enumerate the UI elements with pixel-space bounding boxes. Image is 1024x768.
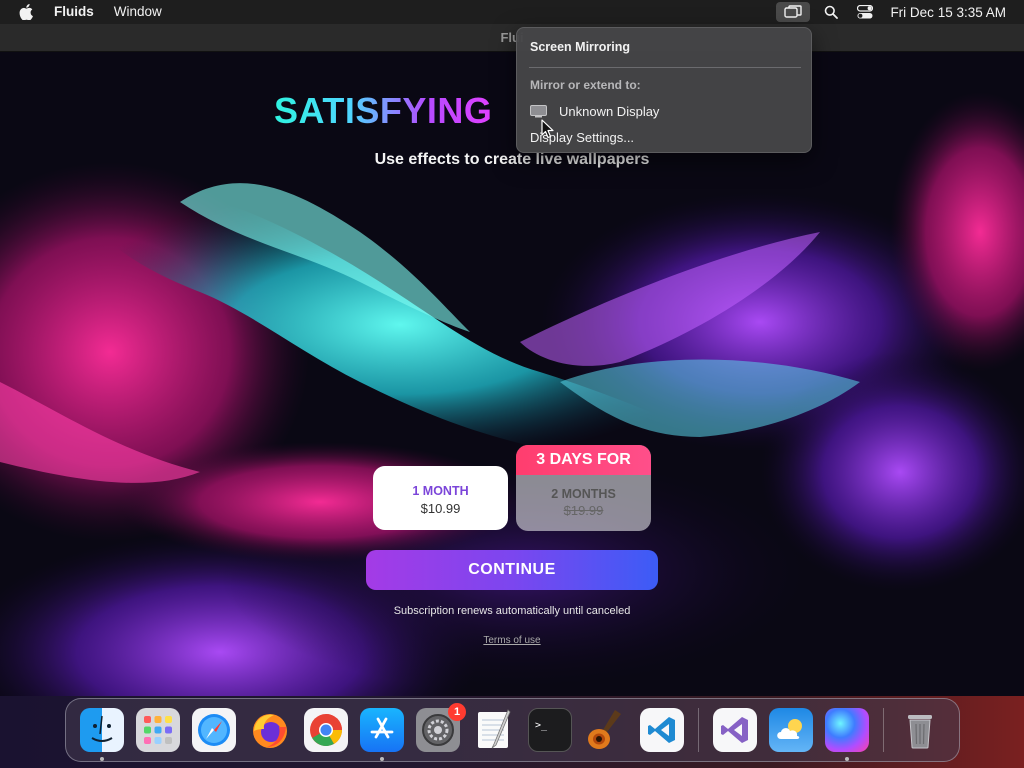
paywall-subtitle: Use effects to create live wallpapers: [374, 151, 650, 168]
trash-icon[interactable]: [898, 708, 942, 752]
visual-studio-icon[interactable]: [713, 708, 757, 752]
app-menu-fluids[interactable]: Fluids: [52, 0, 104, 24]
popover-divider: [529, 67, 801, 68]
screen-mirroring-popover: Screen Mirroring Mirror or extend to: Un…: [516, 27, 812, 153]
popover-section-label: Mirror or extend to:: [530, 78, 641, 92]
textedit-icon[interactable]: [472, 708, 516, 752]
plan-price: $19.99: [563, 503, 604, 518]
plan-name: 1 MONTH: [412, 484, 469, 498]
settings-icon[interactable]: 1: [416, 703, 466, 752]
running-indicator: [380, 757, 384, 761]
dock-separator: [698, 708, 699, 752]
control-center-icon[interactable]: [848, 0, 882, 24]
continue-button[interactable]: CONTINUE: [366, 550, 658, 590]
display-name: Unknown Display: [559, 104, 660, 119]
renewal-note: Subscription renews automatically until …: [393, 605, 631, 617]
menu-bar: Fluids Window Fri Dec 15 3:35 AM: [0, 0, 1024, 24]
screen-mirroring-icon[interactable]: [776, 2, 811, 22]
app-store-icon[interactable]: [360, 708, 404, 761]
plan-option-2-months[interactable]: 3 DAYS FOR 2 MONTHS $19.99: [516, 445, 651, 531]
dock-separator: [883, 708, 884, 752]
launchpad-icon[interactable]: [136, 708, 180, 752]
fluids-window: Flui SATISFYING Use effects to create li…: [0, 24, 1024, 696]
monitor-icon: [530, 105, 547, 118]
paywall-headline: SATISFYING: [274, 90, 493, 131]
svg-text:>_: >_: [535, 720, 548, 731]
menu-bar-clock[interactable]: Fri Dec 15 3:35 AM: [882, 5, 1024, 20]
finder-icon[interactable]: [80, 708, 124, 761]
popover-title: Screen Mirroring: [530, 40, 631, 54]
mouse-pointer-icon: [541, 119, 555, 144]
firefox-icon[interactable]: [248, 708, 292, 752]
running-indicator: [100, 757, 104, 761]
display-option-unknown[interactable]: Unknown Display: [530, 104, 659, 119]
terminal-icon[interactable]: >_: [528, 708, 572, 752]
apple-menu-icon[interactable]: [0, 0, 52, 24]
safari-icon[interactable]: [192, 708, 236, 752]
dock: 1 >_: [65, 698, 960, 762]
running-indicator: [845, 757, 849, 761]
fluids-icon[interactable]: [825, 708, 869, 761]
search-icon[interactable]: [814, 0, 848, 24]
notification-badge: 1: [448, 703, 466, 721]
trial-badge: 3 DAYS FOR: [516, 445, 651, 475]
terms-of-use-link-wrap: Terms of use: [0, 635, 1024, 646]
garageband-icon[interactable]: [584, 708, 628, 752]
weather-icon[interactable]: [769, 708, 813, 752]
vscode-icon[interactable]: [640, 708, 684, 752]
plan-name: 2 MONTHS: [551, 487, 616, 501]
chrome-icon[interactable]: [304, 708, 348, 752]
terms-of-use-link[interactable]: Terms of use: [483, 635, 540, 646]
plan-option-1-month[interactable]: 1 MONTH $10.99: [373, 466, 508, 530]
plan-price: $10.99: [420, 501, 461, 516]
window-title: Flui: [0, 24, 1024, 52]
fluid-wallpaper-preview: [0, 52, 1024, 696]
menu-window[interactable]: Window: [104, 0, 172, 24]
